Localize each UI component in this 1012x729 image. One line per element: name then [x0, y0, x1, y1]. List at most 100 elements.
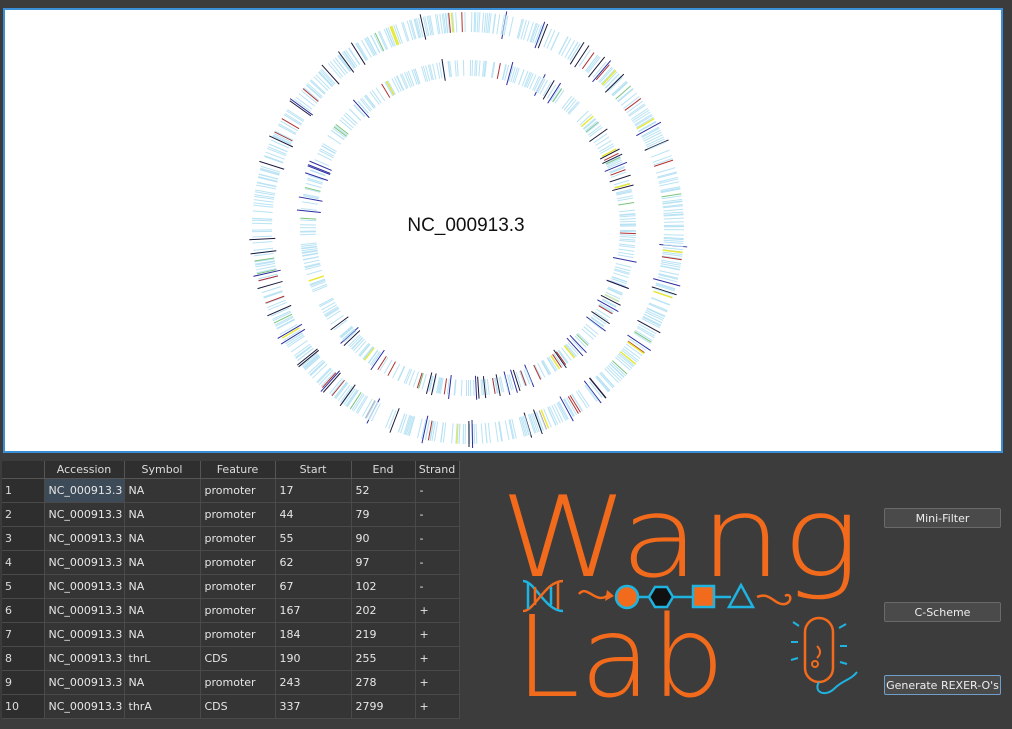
feature-tick: [417, 418, 423, 439]
cell-end[interactable]: 278: [351, 670, 416, 695]
cell-accession[interactable]: NC_000913.3: [44, 694, 125, 719]
cell-accession[interactable]: NC_000913.3: [44, 622, 125, 647]
cell-start[interactable]: 44: [275, 502, 352, 527]
cell-feature[interactable]: CDS: [200, 694, 276, 719]
cell-symbol[interactable]: NA: [124, 670, 201, 695]
column-header-strand[interactable]: Strand: [415, 461, 460, 479]
cell-feature[interactable]: promoter: [200, 478, 276, 503]
cell-start[interactable]: 67: [275, 574, 352, 599]
cell-strand[interactable]: -: [415, 526, 460, 551]
cell-feature[interactable]: promoter: [200, 502, 276, 527]
cell-strand[interactable]: +: [415, 646, 460, 671]
cell-feature[interactable]: promoter: [200, 670, 276, 695]
cell-strand[interactable]: +: [415, 694, 460, 719]
feature-tick: [258, 176, 278, 182]
cell-start[interactable]: 167: [275, 598, 352, 623]
feature-table[interactable]: Accession Symbol Feature Start End Stran…: [2, 461, 460, 719]
cell-start[interactable]: 62: [275, 550, 352, 575]
cell-end[interactable]: 2799: [351, 694, 416, 719]
table-row[interactable]: 3 NC_000913.3 NA promoter 55 90-: [2, 526, 460, 551]
feature-tick: [653, 278, 681, 287]
cell-start[interactable]: 190: [275, 646, 352, 671]
cell-symbol[interactable]: NA: [124, 622, 201, 647]
cell-feature[interactable]: promoter: [200, 526, 276, 551]
table-row[interactable]: 2 NC_000913.3 NA promoter 44 79-: [2, 502, 460, 527]
cell-accession[interactable]: NC_000913.3: [44, 502, 125, 527]
table-row[interactable]: 9 NC_000913.3 NA promoter 243 278 +: [2, 670, 460, 695]
table-row[interactable]: 5 NC_000913.3 NA promoter 67 102-: [2, 574, 460, 599]
row-number[interactable]: 5: [2, 574, 45, 599]
column-header-symbol[interactable]: Symbol: [124, 461, 201, 479]
row-number[interactable]: 9: [2, 670, 45, 695]
row-number[interactable]: 3: [2, 526, 45, 551]
cell-accession[interactable]: NC_000913.3: [44, 670, 125, 695]
cell-feature[interactable]: promoter: [200, 598, 276, 623]
cell-feature[interactable]: CDS: [200, 646, 276, 671]
cell-symbol[interactable]: NA: [124, 478, 201, 503]
cell-strand[interactable]: -: [415, 502, 460, 527]
table-row[interactable]: 7 NC_000913.3 NA promoter 184 219 +: [2, 622, 460, 647]
generate-rexer-button[interactable]: Generate REXER-O's: [884, 675, 1001, 695]
cell-accession[interactable]: NC_000913.3: [44, 478, 125, 503]
genome-map-panel[interactable]: NC_000913.3: [3, 8, 1003, 453]
cell-end[interactable]: 255: [351, 646, 416, 671]
cell-end[interactable]: 102: [351, 574, 416, 599]
column-header-end[interactable]: End: [351, 461, 416, 479]
table-row[interactable]: 10 NC_000913.3 thrA CDS 337 2799 +: [2, 694, 460, 719]
cell-start[interactable]: 184: [275, 622, 352, 647]
cell-symbol[interactable]: thrA: [124, 694, 201, 719]
column-header-feature[interactable]: Feature: [200, 461, 276, 479]
cell-accession[interactable]: NC_000913.3: [44, 574, 125, 599]
row-number[interactable]: 4: [2, 550, 45, 575]
cell-feature[interactable]: promoter: [200, 574, 276, 599]
table-row[interactable]: 4 NC_000913.3 NA promoter 62 97-: [2, 550, 460, 575]
cell-strand[interactable]: +: [415, 598, 460, 623]
cell-end[interactable]: 90: [351, 526, 416, 551]
cell-symbol[interactable]: NA: [124, 502, 201, 527]
cell-start[interactable]: 17: [275, 478, 352, 503]
row-number[interactable]: 10: [2, 694, 45, 719]
corner-header[interactable]: [2, 461, 45, 479]
row-number[interactable]: 2: [2, 502, 45, 527]
row-number[interactable]: 7: [2, 622, 45, 647]
table-row[interactable]: 8 NC_000913.3 thrL CDS 190 255 +: [2, 646, 460, 671]
cell-strand[interactable]: +: [415, 670, 460, 695]
cell-strand[interactable]: -: [415, 478, 460, 503]
cell-strand[interactable]: +: [415, 622, 460, 647]
cell-start[interactable]: 243: [275, 670, 352, 695]
cell-end[interactable]: 52: [351, 478, 416, 503]
feature-tick: [473, 423, 476, 444]
feature-tick: [618, 248, 635, 252]
table-row[interactable]: 6 NC_000913.3 NA promoter 167 202 +: [2, 598, 460, 623]
cell-feature[interactable]: promoter: [200, 622, 276, 647]
cell-accession[interactable]: NC_000913.3: [44, 598, 125, 623]
cell-symbol[interactable]: thrL: [124, 646, 201, 671]
feature-tick: [252, 241, 273, 244]
cell-accession[interactable]: NC_000913.3: [44, 526, 125, 551]
feature-tick: [296, 209, 321, 214]
cell-end[interactable]: 202: [351, 598, 416, 623]
cell-strand[interactable]: -: [415, 574, 460, 599]
cell-symbol[interactable]: NA: [124, 574, 201, 599]
cell-strand[interactable]: -: [415, 550, 460, 575]
column-header-start[interactable]: Start: [275, 461, 352, 479]
cell-end[interactable]: 219: [351, 622, 416, 647]
row-number[interactable]: 8: [2, 646, 45, 671]
mini-filter-button[interactable]: Mini-Filter: [884, 508, 1001, 528]
cell-accession[interactable]: NC_000913.3: [44, 646, 125, 671]
feature-tick: [300, 233, 317, 236]
cell-symbol[interactable]: NA: [124, 526, 201, 551]
cell-symbol[interactable]: NA: [124, 598, 201, 623]
c-scheme-button[interactable]: C-Scheme: [884, 602, 1001, 622]
cell-end[interactable]: 79: [351, 502, 416, 527]
cell-start[interactable]: 55: [275, 526, 352, 551]
cell-accession[interactable]: NC_000913.3: [44, 550, 125, 575]
table-row[interactable]: 1 NC_000913.3 NA promoter 17 52-: [2, 478, 460, 503]
cell-symbol[interactable]: NA: [124, 550, 201, 575]
cell-start[interactable]: 337: [275, 694, 352, 719]
row-number[interactable]: 6: [2, 598, 45, 623]
cell-feature[interactable]: promoter: [200, 550, 276, 575]
row-number[interactable]: 1: [2, 478, 45, 503]
column-header-accession[interactable]: Accession: [44, 461, 125, 479]
cell-end[interactable]: 97: [351, 550, 416, 575]
